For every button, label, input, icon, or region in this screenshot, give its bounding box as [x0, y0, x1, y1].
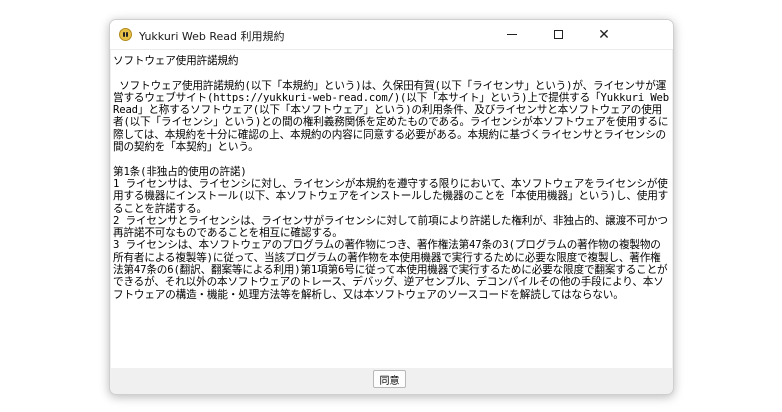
article-1-clause-2: 2 ライセンサとライセンシは、ライセンサがライセンシに対して前項により許諾した権…	[113, 214, 668, 240]
article-1-heading: 第1条(非独占的使用の許諾)	[113, 165, 247, 178]
article-1-clause-3: 3 ライセンシは、本ソフトウェアのプログラムの著作物につき、著作権法第47条の3…	[113, 239, 668, 301]
license-heading: ソフトウェア使用許諾規約	[113, 55, 239, 67]
agree-button[interactable]: 同意	[373, 370, 406, 388]
minimize-icon	[507, 34, 517, 35]
license-preamble: ソフトウェア使用許諾規約(以下「本規約」という)は、久保田有賀(以下「ライセンサ…	[113, 79, 670, 154]
yukkuri-app-icon	[119, 28, 132, 41]
window-title: Yukkuri Web Read 利用規約	[139, 30, 285, 43]
article-1-clause-1: 1 ライセンサは、ライセンシに対し、ライセンシが本規約を遵守する限りにおいて、本…	[113, 177, 669, 215]
close-icon: ✕	[598, 26, 610, 43]
maximize-button[interactable]	[535, 20, 581, 49]
title-bar[interactable]: Yukkuri Web Read 利用規約 ✕	[110, 20, 673, 50]
license-dialog-window: Yukkuri Web Read 利用規約 ✕ ソフトウェア使用許諾規約 ソフト…	[109, 19, 674, 395]
maximize-icon	[553, 30, 563, 39]
license-text-area[interactable]: ソフトウェア使用許諾規約 ソフトウェア使用許諾規約(以下「本規約」という)は、久…	[111, 50, 672, 368]
minimize-button[interactable]	[489, 20, 535, 49]
close-button[interactable]: ✕	[581, 20, 627, 49]
